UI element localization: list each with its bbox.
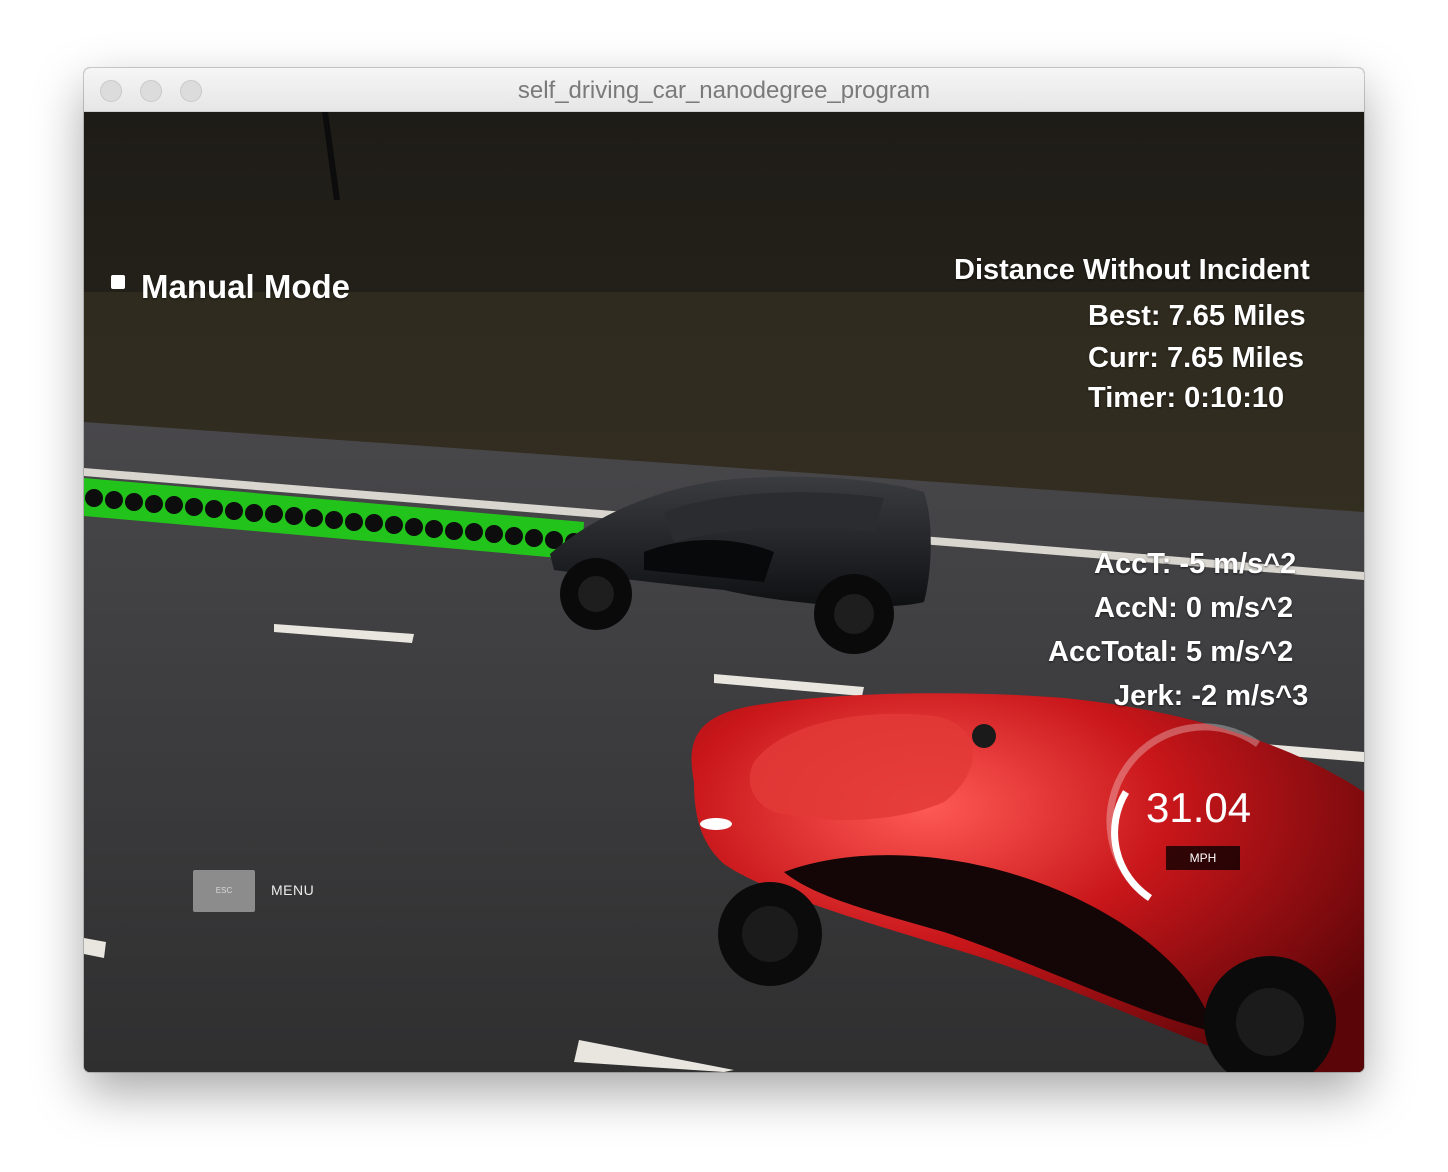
menu-label[interactable]: MENU — [271, 882, 314, 898]
timer: Timer: 0:10:10 — [1088, 382, 1285, 414]
tangential-acceleration: AccT: -5 m/s^2 — [1094, 548, 1297, 580]
speed-unit: MPH — [1166, 846, 1240, 870]
manual-mode-toggle[interactable]: Manual Mode — [111, 268, 350, 306]
current-distance: Curr: 7.65 Miles — [1088, 342, 1304, 374]
best-distance: Best: 7.65 Miles — [1088, 300, 1306, 332]
window-title: self_driving_car_nanodegree_program — [517, 77, 931, 104]
title-bar[interactable]: self_driving_car_nanodegree_program — [84, 68, 1364, 112]
total-acceleration: AccTotal: 5 m/s^2 — [1048, 636, 1294, 668]
jerk: Jerk: -2 m/s^3 — [1114, 680, 1309, 712]
manual-mode-checkbox[interactable] — [111, 275, 125, 289]
simulator-window: self_driving_car_nanodegree_program Manu… — [84, 68, 1364, 1072]
headlight — [700, 818, 732, 830]
speed-value: 31.04 — [1146, 784, 1252, 831]
normal-acceleration: AccN: 0 m/s^2 — [1094, 592, 1294, 624]
esc-menu-button[interactable]: ESC — [193, 870, 255, 912]
simulator-viewport[interactable]: Manual Mode Distance Without Incident Be… — [84, 112, 1364, 1072]
distance-heading: Distance Without Incident — [954, 254, 1310, 286]
manual-mode-label: Manual Mode — [141, 268, 351, 305]
